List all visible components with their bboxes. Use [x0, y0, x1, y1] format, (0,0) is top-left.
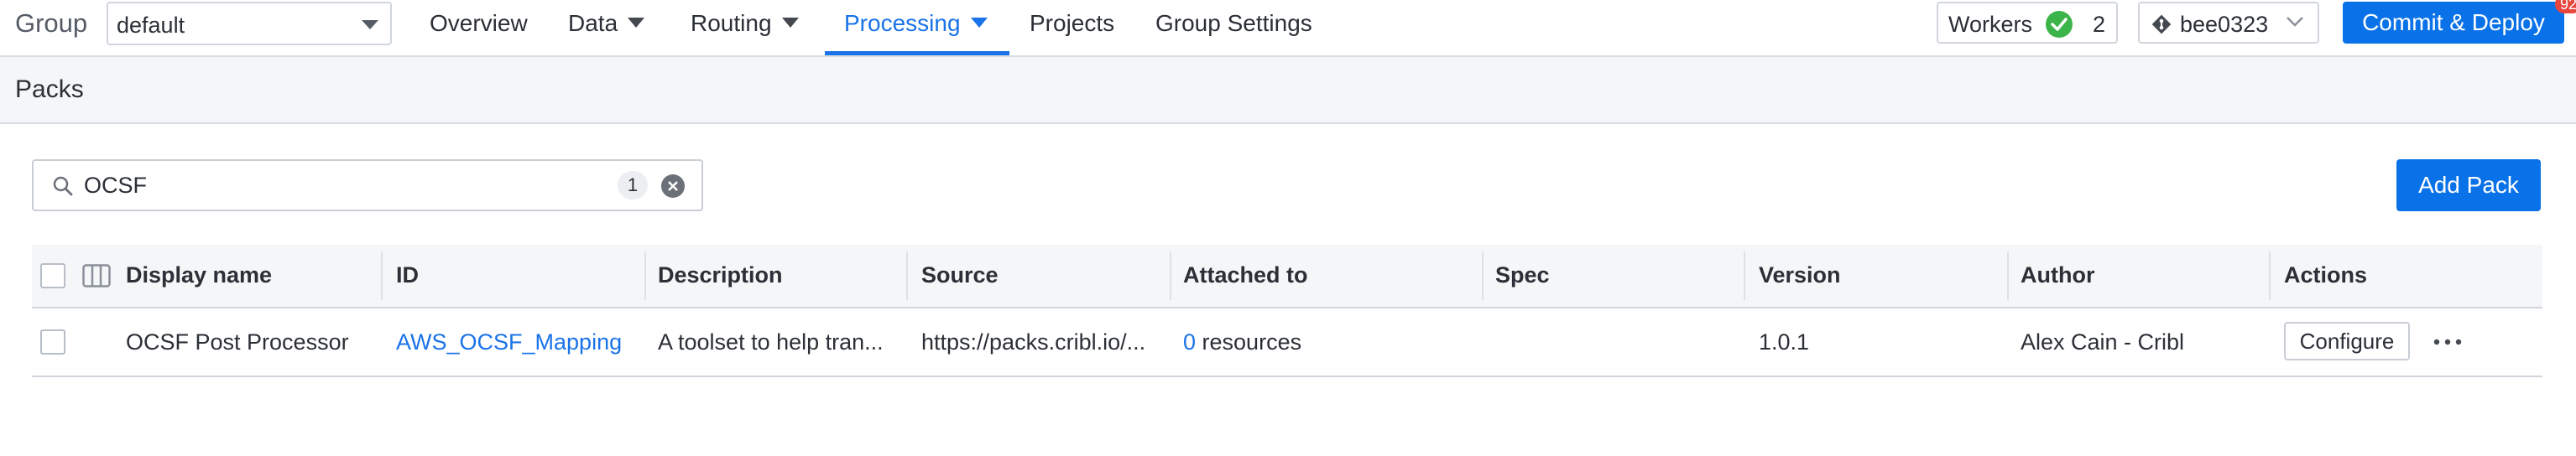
page-title: Packs: [15, 75, 84, 103]
cell-author: Alex Cain - Cribl: [2021, 329, 2185, 355]
search-icon: [53, 176, 73, 196]
column-header-attached-to[interactable]: Attached to: [1183, 262, 1308, 288]
nav-overview[interactable]: Overview: [430, 10, 528, 55]
table-header: Display name ID Description Source Attac…: [32, 245, 2542, 308]
column-divider: [2269, 251, 2271, 300]
table-row[interactable]: OCSF Post Processor AWS_OCSF_Mapping A t…: [32, 308, 2542, 377]
nav-projects[interactable]: Projects: [1030, 10, 1114, 55]
column-header-description[interactable]: Description: [658, 262, 783, 288]
chevron-down-icon: [2287, 17, 2303, 27]
column-divider: [2007, 251, 2009, 300]
nav-processing[interactable]: Processing: [844, 10, 988, 55]
columns-icon[interactable]: [82, 264, 111, 288]
top-bar: Group default Overview Data Routing Proc…: [0, 0, 2576, 57]
cell-attached-to: 0 resources: [1183, 329, 1301, 355]
workers-status[interactable]: Workers 2: [1937, 2, 2118, 44]
column-header-display-name[interactable]: Display name: [126, 262, 272, 288]
column-header-source[interactable]: Source: [921, 262, 999, 288]
notification-badge[interactable]: 92: [2555, 0, 2576, 13]
chevron-down-icon: [362, 20, 378, 29]
column-header-version[interactable]: Version: [1759, 262, 1841, 288]
column-divider: [644, 251, 646, 300]
nav-label: Overview: [430, 10, 528, 36]
group-select[interactable]: default: [107, 2, 392, 45]
workers-count: 2: [2093, 12, 2106, 37]
branch-name: bee0323: [2180, 12, 2269, 37]
configure-button[interactable]: Configure: [2284, 322, 2410, 360]
nav-routing[interactable]: Routing: [691, 10, 799, 55]
git-branch-icon: [2151, 14, 2172, 34]
column-header-author[interactable]: Author: [2021, 262, 2094, 288]
column-divider: [1170, 251, 1171, 300]
search-value: OCSF: [84, 173, 148, 198]
column-header-actions: Actions: [2284, 262, 2368, 288]
chevron-down-icon: [628, 17, 645, 28]
check-circle-icon: [2046, 11, 2073, 38]
chevron-down-icon: [781, 17, 799, 28]
page-header: Packs: [0, 57, 2576, 124]
attached-count-link[interactable]: 0: [1183, 329, 1196, 355]
nav-group-settings[interactable]: Group Settings: [1155, 10, 1312, 55]
workers-label: Workers: [1948, 12, 2033, 37]
cell-id-link[interactable]: AWS_OCSF_Mapping: [396, 329, 622, 355]
column-divider: [381, 251, 383, 300]
clear-icon[interactable]: [661, 174, 685, 198]
chevron-down-icon: [970, 17, 988, 28]
nav-label: Projects: [1030, 10, 1115, 36]
add-pack-button[interactable]: Add Pack: [2396, 159, 2541, 211]
select-all-checkbox[interactable]: [40, 263, 65, 288]
more-icon[interactable]: [2433, 339, 2462, 345]
cell-version: 1.0.1: [1759, 329, 1810, 355]
column-divider: [906, 251, 908, 300]
nav-label: Data: [568, 10, 618, 36]
group-label: Group: [15, 8, 88, 38]
nav-data[interactable]: Data: [568, 10, 645, 55]
attached-suffix: resources: [1196, 329, 1302, 355]
group-select-value: default: [117, 13, 185, 38]
column-divider: [1744, 251, 1745, 300]
cell-display-name: OCSF Post Processor: [126, 329, 349, 355]
nav-label: Group Settings: [1155, 10, 1312, 36]
row-checkbox[interactable]: [40, 329, 65, 355]
branch-selector[interactable]: bee0323: [2138, 2, 2319, 44]
cell-source: https://packs.cribl.io/...: [921, 329, 1146, 355]
cell-description: A toolset to help tran...: [658, 329, 884, 355]
column-divider: [1482, 251, 1484, 300]
commit-deploy-button[interactable]: Commit & Deploy: [2343, 2, 2564, 44]
active-tab-indicator: [825, 51, 1009, 55]
column-header-id[interactable]: ID: [396, 262, 419, 288]
nav-label: Routing: [691, 10, 772, 36]
column-header-spec[interactable]: Spec: [1495, 262, 1550, 288]
nav-label: Processing: [844, 10, 961, 36]
search-input[interactable]: OCSF 1: [32, 159, 703, 211]
search-result-count: 1: [618, 171, 648, 200]
